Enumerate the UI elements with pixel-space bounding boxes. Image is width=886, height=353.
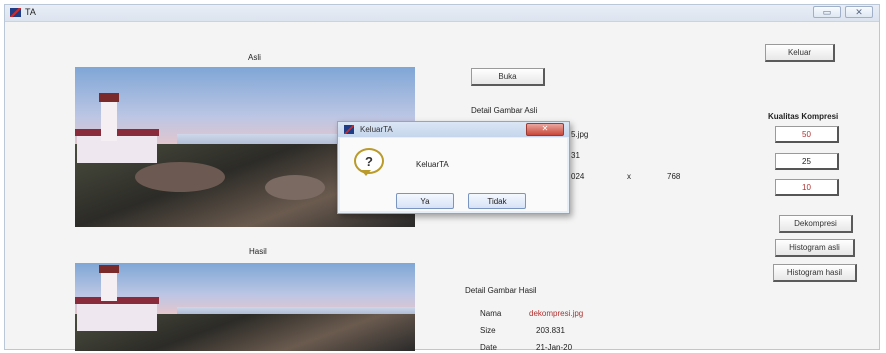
question-icon-tail: [361, 170, 371, 176]
close-window-button[interactable]: ✕: [845, 6, 873, 18]
kualitas-10-field[interactable]: 10: [775, 179, 839, 196]
detail-hasil-date-value: 21-Jan-20: [536, 343, 573, 352]
dialog-close-button[interactable]: ✕: [526, 123, 564, 136]
window-title: TA: [25, 7, 36, 17]
detail-asli-title: Detail Gambar Asli: [471, 106, 538, 115]
detail-hasil-name-label: Nama: [480, 309, 502, 318]
kualitas-50-field[interactable]: 50: [775, 126, 839, 143]
histogram-hasil-button[interactable]: Histogram hasil: [773, 264, 857, 282]
detail-hasil-size-value: 203.831: [536, 326, 565, 335]
dialog-title-bar: KeluarTA ✕: [338, 122, 569, 137]
hasil-label: Hasil: [249, 247, 267, 256]
detail-hasil-title: Detail Gambar Hasil: [465, 286, 537, 295]
asli-label: Asli: [248, 53, 261, 62]
detail-asli-height-value: 768: [667, 172, 681, 181]
buka-button[interactable]: Buka: [471, 68, 545, 86]
dialog-no-button[interactable]: Tidak: [468, 193, 526, 209]
detail-hasil-name-value: dekompresi.jpg: [529, 309, 584, 318]
result-image: [75, 263, 415, 351]
matlab-figure-icon: [10, 8, 21, 17]
dialog-message: KeluarTA: [416, 160, 449, 169]
detail-hasil-date-label: Date: [480, 343, 497, 352]
detail-asli-width-value: 024: [571, 172, 585, 181]
dialog-body: ? KeluarTA Ya Tidak: [340, 138, 567, 211]
kualitas-25-field[interactable]: 25: [775, 153, 839, 170]
dialog-app-icon: [344, 125, 354, 134]
detail-asli-size-value: 31: [571, 151, 580, 160]
histogram-asli-button[interactable]: Histogram asli: [775, 239, 855, 257]
dialog-title: KeluarTA: [360, 125, 393, 134]
dekompresi-button[interactable]: Dekompresi: [779, 215, 853, 233]
confirm-exit-dialog: KeluarTA ✕ ? KeluarTA Ya Tidak: [337, 121, 570, 214]
dialog-yes-button[interactable]: Ya: [396, 193, 454, 209]
maximize-button[interactable]: ▭: [813, 6, 841, 18]
dimension-x-symbol: x: [627, 172, 631, 181]
keluar-button[interactable]: Keluar: [765, 44, 835, 62]
title-bar: TA ▭ ✕: [5, 5, 879, 22]
detail-asli-name-value: 5.jpg: [571, 130, 589, 139]
kualitas-kompresi-title: Kualitas Kompresi: [768, 112, 839, 121]
app-window: TA ▭ ✕ Asli Hasil Buka Detail Gambar Asl…: [4, 4, 880, 352]
detail-hasil-size-label: Size: [480, 326, 496, 335]
